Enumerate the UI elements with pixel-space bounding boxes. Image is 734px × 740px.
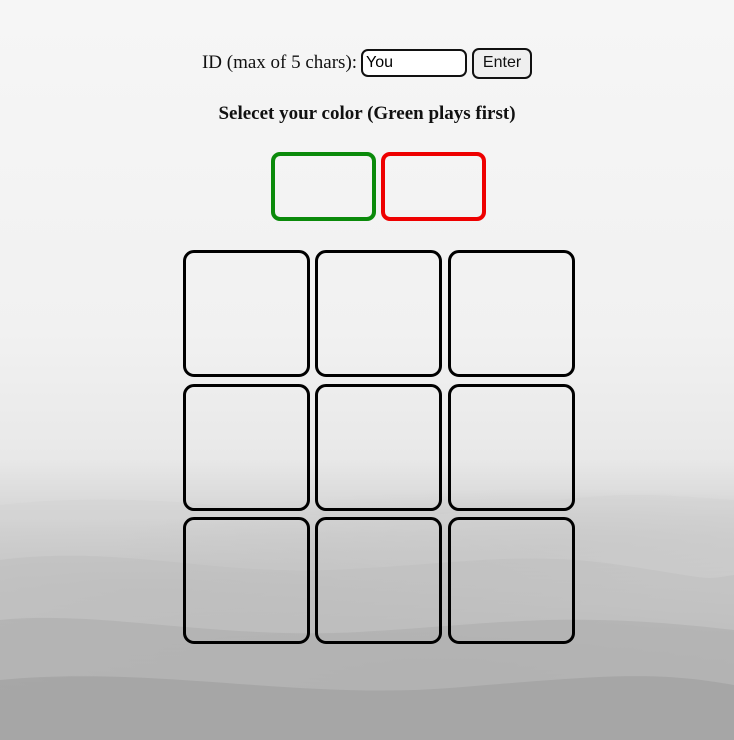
id-row: ID (max of 5 chars): Enter [0,47,734,79]
board-cell-6[interactable] [448,384,575,511]
board-cell-4[interactable] [183,384,310,511]
board-cell-3[interactable] [448,250,575,377]
green-color-button[interactable] [271,152,376,221]
enter-button[interactable]: Enter [472,47,533,79]
board-cell-8[interactable] [315,517,442,644]
board-cell-7[interactable] [183,517,310,644]
id-input[interactable] [361,49,468,77]
game-board [183,250,575,645]
red-color-button[interactable] [381,152,486,221]
board-cell-2[interactable] [315,250,442,377]
board-cell-9[interactable] [448,517,575,644]
id-label: ID (max of 5 chars): [201,52,358,73]
board-cell-1[interactable] [183,250,310,377]
color-instruction: Selecet your color (Green plays first) [218,103,516,124]
board-cell-5[interactable] [315,384,442,511]
